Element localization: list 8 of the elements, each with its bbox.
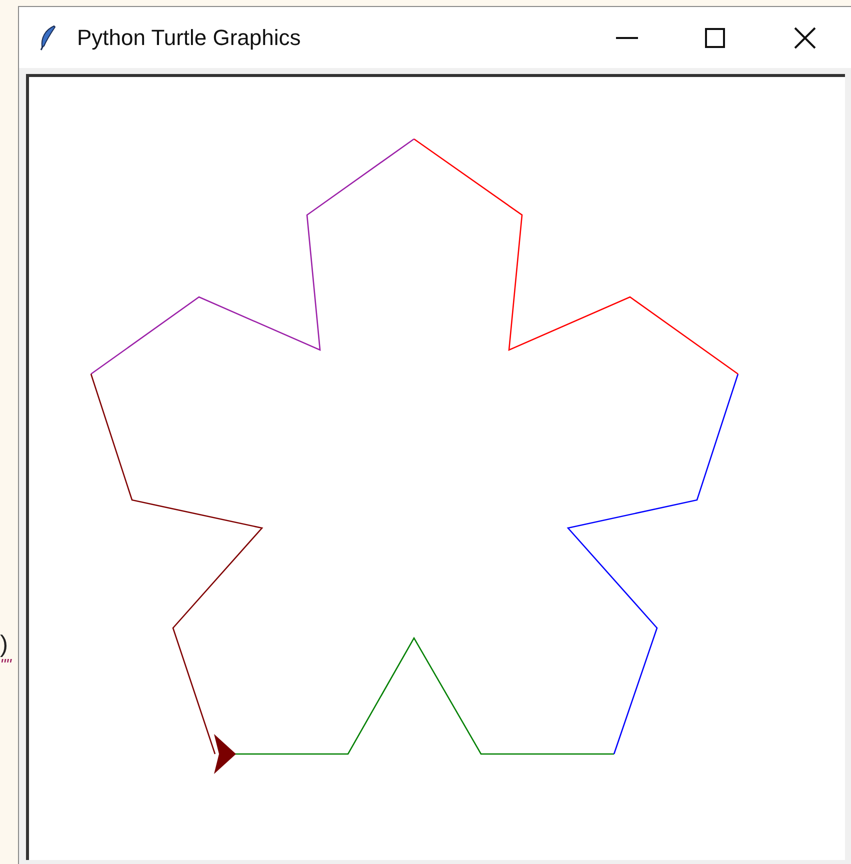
close-icon	[794, 26, 816, 48]
background-text: )	[0, 630, 8, 659]
background-text: ""	[0, 660, 12, 672]
minimize-icon	[616, 36, 638, 38]
window-title: Python Turtle Graphics	[77, 24, 301, 52]
turtle-arrow-icon	[214, 734, 236, 774]
maximize-icon	[705, 28, 725, 48]
feather-icon	[39, 24, 57, 50]
